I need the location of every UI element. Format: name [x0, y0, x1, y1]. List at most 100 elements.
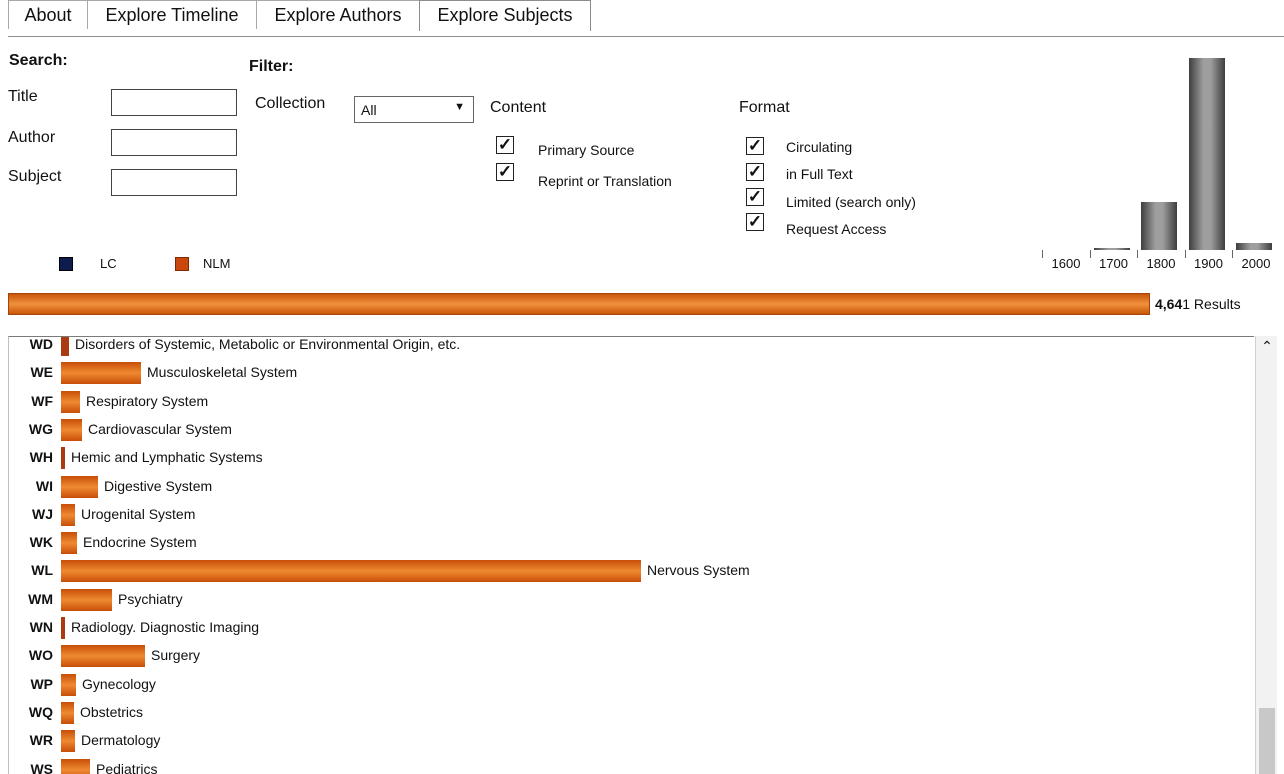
subject-bar[interactable]	[61, 758, 90, 774]
subject-bar[interactable]	[61, 701, 74, 724]
histogram-tick	[1089, 250, 1091, 258]
subject-row-wd[interactable]: WD Disorders of Systemic, Metabolic or En…	[9, 336, 1249, 359]
author-label: Author	[8, 129, 56, 146]
subject-label: Pediatrics	[96, 760, 158, 774]
subject-code: WE	[30, 364, 53, 381]
subject-row-wr[interactable]: WR Dermatology	[9, 727, 1249, 755]
subject-row-we[interactable]: WE Musculoskeletal System	[9, 359, 1249, 387]
format-label: Format	[739, 99, 790, 116]
subject-bar[interactable]	[61, 560, 641, 583]
histogram-bar-1900[interactable]	[1188, 58, 1225, 250]
results-count-bold: 4,64	[1155, 296, 1183, 312]
subject-row-wn[interactable]: WN Radiology. Diagnostic Imaging	[9, 614, 1249, 642]
tab-explore-timeline[interactable]: Explore Timeline	[87, 0, 257, 29]
subject-label: Nervous System	[647, 562, 750, 579]
subject-row-wp[interactable]: WP Gynecology	[9, 671, 1249, 699]
subject-label: Dermatology	[81, 732, 161, 749]
subject-bar[interactable]	[61, 418, 82, 441]
histogram-label-1900: 1900	[1194, 256, 1223, 271]
histogram-label-1600: 1600	[1051, 256, 1081, 271]
subject-bar[interactable]	[61, 673, 76, 696]
tab-bar-divider	[8, 36, 1284, 37]
circulating-label: Circulating	[786, 139, 853, 155]
subject-bar[interactable]	[61, 362, 141, 385]
subject-row-wh[interactable]: WH Hemic and Lymphatic Systems	[9, 444, 1249, 472]
subject-input[interactable]	[111, 169, 237, 196]
histogram-bar-2000[interactable]	[1236, 243, 1272, 250]
subject-row-wo[interactable]: WO Surgery	[9, 642, 1249, 670]
histogram-label-1700: 1700	[1099, 256, 1128, 271]
subject-bar[interactable]	[61, 588, 112, 611]
subject-code: WK	[29, 534, 53, 551]
subject-label: Endocrine System	[83, 534, 197, 551]
subject-bar[interactable]	[61, 337, 69, 356]
subject-code: WL	[31, 562, 53, 579]
legend-lc-label: LC	[100, 256, 117, 271]
subject-row-wj[interactable]: WJ Urogenital System	[9, 501, 1249, 529]
legend-lc-swatch	[59, 257, 73, 271]
subject-row-wk[interactable]: WK Endocrine System	[9, 529, 1249, 557]
filter-heading: Filter:	[249, 58, 294, 75]
subject-bar[interactable]	[61, 503, 75, 526]
title-input[interactable]	[111, 89, 237, 116]
subject-row-wl[interactable]: WL Nervous System	[9, 557, 1249, 585]
scroll-up-icon[interactable]: ⌃	[1256, 338, 1278, 355]
scroll-thumb[interactable]	[1259, 708, 1275, 774]
subject-row-wi[interactable]: WI Digestive System	[9, 473, 1249, 501]
legend-nlm-swatch	[175, 257, 189, 271]
subject-bar[interactable]	[61, 617, 65, 639]
reprint-checkbox[interactable]: ✓	[496, 163, 514, 181]
search-heading: Search:	[9, 52, 68, 69]
subject-bar[interactable]	[61, 447, 65, 470]
subject-bar[interactable]	[61, 475, 98, 498]
full-text-label: in Full Text	[786, 166, 853, 182]
full-text-checkbox[interactable]: ✓	[746, 163, 764, 181]
results-count-rest: 1 Results	[1182, 296, 1241, 312]
subject-code: WO	[28, 647, 53, 664]
histogram-tick	[1042, 250, 1043, 258]
subject-code: WH	[29, 449, 53, 466]
histogram-bar-1700[interactable]	[1093, 248, 1130, 250]
subject-label: Gynecology	[82, 675, 156, 692]
circulating-checkbox[interactable]: ✓	[746, 137, 764, 155]
histogram-label-2000: 2000	[1241, 256, 1271, 271]
subject-label: Psychiatry	[118, 590, 183, 607]
subject-bar[interactable]	[61, 532, 77, 555]
histogram-tick	[1184, 250, 1186, 258]
subject-label: Digestive System	[104, 477, 213, 494]
subject-label: Subject	[8, 168, 62, 185]
tab-about[interactable]: About	[8, 0, 88, 29]
subject-bar[interactable]	[61, 390, 80, 413]
subject-row-wf[interactable]: WF Respiratory System	[9, 388, 1249, 416]
subject-code: WP	[30, 675, 53, 692]
primary-source-checkbox[interactable]: ✓	[496, 136, 514, 154]
reprint-label: Reprint or Translation	[538, 173, 672, 189]
request-access-label: Request Access	[786, 221, 887, 237]
tab-explore-subjects[interactable]: Explore Subjects	[419, 0, 591, 31]
subject-label: Urogenital System	[81, 505, 196, 522]
histogram-tick	[1232, 250, 1233, 258]
list-scrollbar[interactable]: ⌃	[1255, 336, 1277, 774]
author-input[interactable]	[111, 129, 237, 156]
collection-select[interactable]: All ▼	[354, 96, 474, 123]
subject-code: WM	[28, 590, 53, 607]
results-count: 4,641 Results	[1155, 296, 1241, 312]
subject-bar[interactable]	[61, 730, 75, 753]
subject-row-wg[interactable]: WG Cardiovascular System	[9, 416, 1249, 444]
subject-code: WS	[30, 760, 53, 774]
limited-label: Limited (search only)	[786, 194, 916, 210]
limited-checkbox[interactable]: ✓	[746, 188, 764, 206]
subject-code: WI	[35, 477, 53, 494]
subject-list[interactable]: WD Disorders of Systemic, Metabolic or En…	[8, 336, 1254, 774]
subject-code: WG	[28, 420, 53, 437]
subject-row-wq[interactable]: WQ Obstetrics	[9, 699, 1249, 727]
tab-explore-authors[interactable]: Explore Authors	[256, 0, 420, 29]
request-access-checkbox[interactable]: ✓	[746, 213, 764, 231]
histogram-bar-1800[interactable]	[1141, 202, 1177, 250]
subject-bar[interactable]	[61, 645, 145, 668]
subject-code: WR	[29, 732, 53, 749]
subject-code: WD	[29, 336, 53, 352]
subject-row-wm[interactable]: WM Psychiatry	[9, 586, 1249, 614]
subject-row-ws[interactable]: WS Pediatrics	[9, 756, 1249, 774]
subject-label: Radiology. Diagnostic Imaging	[71, 619, 260, 635]
